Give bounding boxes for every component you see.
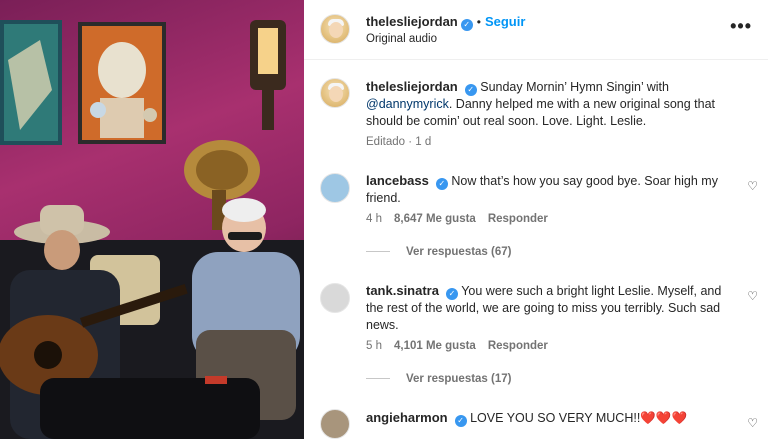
avatar[interactable] <box>320 14 350 44</box>
author-username[interactable]: thelesliejordan <box>366 14 458 29</box>
comment-time: 5 h <box>366 340 382 352</box>
post-side-panel: thelesliejordan ✓ • Seguir Original audio •… <box>304 0 768 439</box>
comment-text: angieharmon ✓ LOVE YOU SO VERY MUCH!!❤️❤️… <box>366 409 736 427</box>
comment-username[interactable]: lancebass <box>366 173 429 188</box>
caption-username[interactable]: thelesliejordan <box>366 79 458 94</box>
comment-time: 4 h <box>366 213 382 225</box>
view-replies-button[interactable]: Ver respuestas (67) <box>366 246 511 258</box>
avatar[interactable] <box>320 283 350 313</box>
verified-badge-icon: ✓ <box>435 178 448 190</box>
edited-label: Editado · 1 d <box>366 136 432 148</box>
more-horizontal-icon[interactable]: ••• <box>730 16 752 37</box>
comment-text: lancebass ✓ Now that’s how you say good b… <box>366 172 736 207</box>
verified-badge-icon: ✓ <box>460 19 473 31</box>
verified-badge-icon: ✓ <box>445 288 458 300</box>
audio-label[interactable]: Original audio <box>366 33 437 45</box>
like-heart-icon[interactable]: ♡ <box>747 416 758 430</box>
comment-likes[interactable]: 4,101 Me gusta <box>394 340 476 352</box>
comment-username[interactable]: tank.sinatra <box>366 283 439 298</box>
verified-badge-icon: ✓ <box>454 415 467 427</box>
comment-meta: 4 h 8,647 Me gusta Responder <box>366 213 560 225</box>
post-caption: thelesliejordan ✓ Sunday Mornin’ Hymn Sin… <box>366 78 746 130</box>
mention-link[interactable]: @dannymyrick <box>366 97 449 111</box>
post-header: thelesliejordan ✓ • Seguir Original audio •… <box>304 0 768 60</box>
header-title-row: thelesliejordan ✓ • Seguir <box>366 14 526 31</box>
like-heart-icon[interactable]: ♡ <box>747 289 758 303</box>
comment-body: LOVE YOU SO VERY MUCH!! <box>470 411 641 425</box>
verified-badge-icon: ✓ <box>464 84 477 96</box>
comment-meta: 5 h 4,101 Me gusta Responder <box>366 340 560 352</box>
avatar[interactable] <box>320 78 350 108</box>
view-replies-button[interactable]: Ver respuestas (17) <box>366 373 511 385</box>
photo-illustration <box>0 20 304 439</box>
like-heart-icon[interactable]: ♡ <box>747 179 758 193</box>
caption-text-prefix: Sunday Mornin’ Hymn Singin’ with <box>480 80 669 94</box>
avatar[interactable] <box>320 409 350 439</box>
follow-button[interactable]: Seguir <box>485 14 525 29</box>
heart-emoji-icon: ❤️❤️❤️ <box>640 411 688 425</box>
comment-username[interactable]: angieharmon <box>366 410 448 425</box>
comment-likes[interactable]: 8,647 Me gusta <box>394 213 476 225</box>
comment-text: tank.sinatra ✓ You were such a bright lig… <box>366 282 736 334</box>
reply-button[interactable]: Responder <box>488 340 548 352</box>
post-photo[interactable] <box>0 0 304 439</box>
reply-button[interactable]: Responder <box>488 213 548 225</box>
avatar[interactable] <box>320 173 350 203</box>
